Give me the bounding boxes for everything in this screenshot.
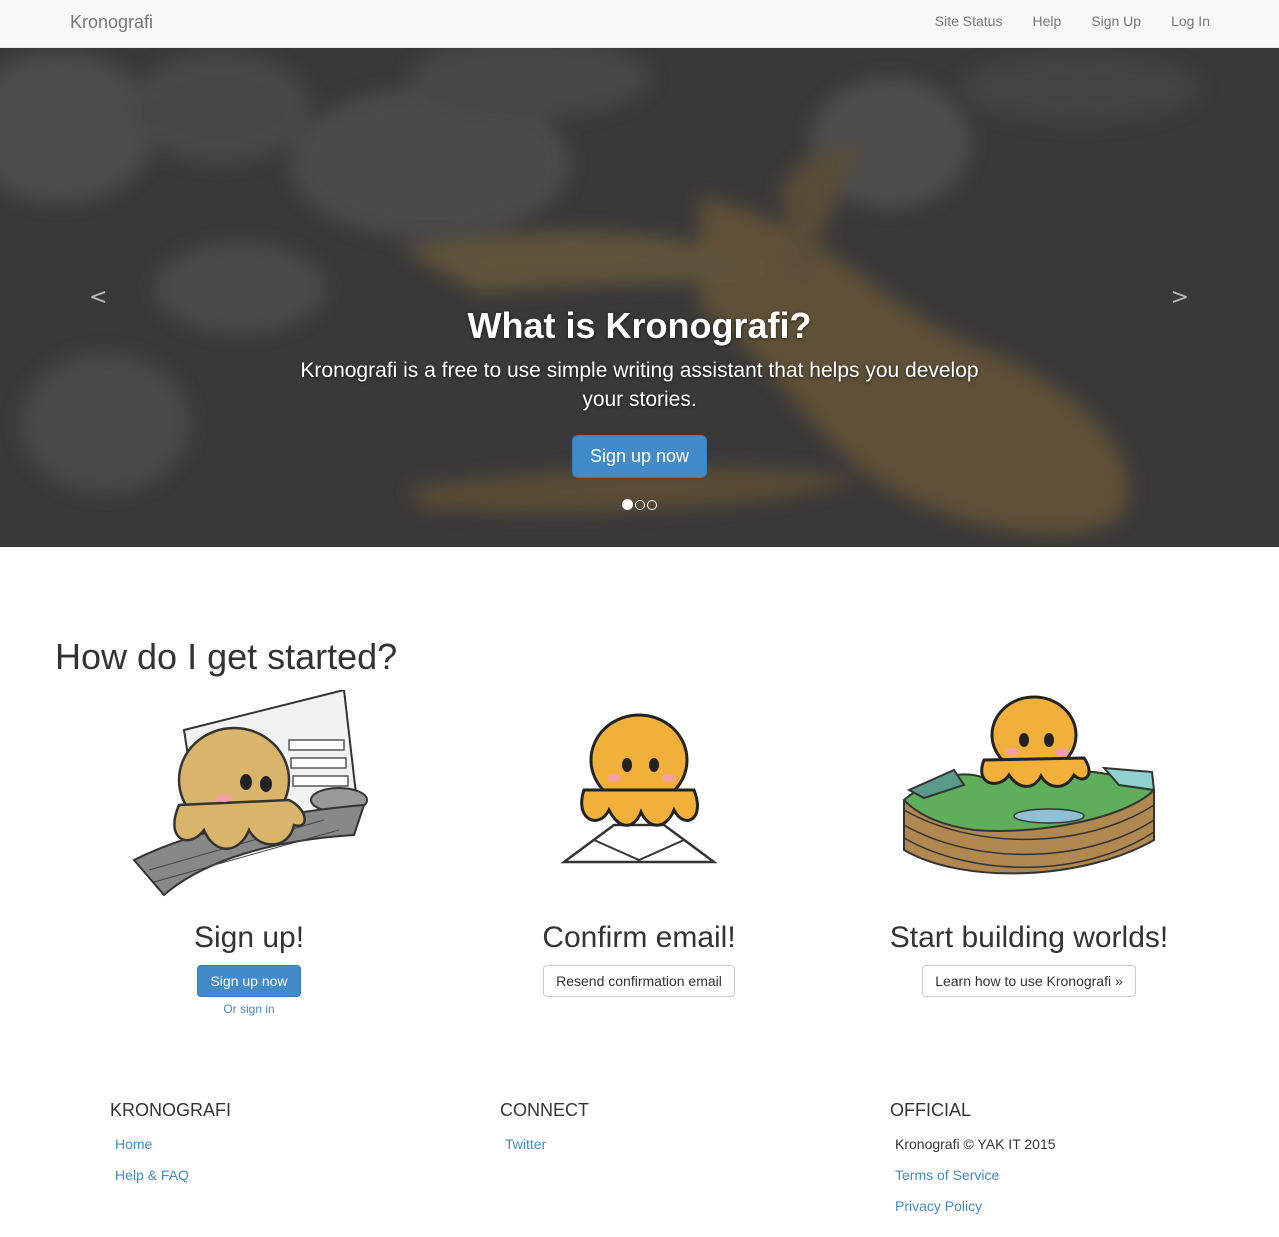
- carousel-next-icon[interactable]: >: [1171, 285, 1189, 310]
- nav-help[interactable]: Help: [1032, 13, 1061, 29]
- octopus-puzzle-world-illustration: [834, 690, 1224, 910]
- sign-up-now-button[interactable]: Sign up now: [197, 965, 301, 997]
- footer-official: OFFICIAL Kronografi © YAK IT 2015 Terms …: [890, 1100, 1056, 1229]
- footer-twitter-link[interactable]: Twitter: [500, 1136, 589, 1153]
- octopus-keyboard-illustration: [54, 688, 444, 910]
- footer-help-faq-link[interactable]: Help & FAQ: [110, 1167, 231, 1184]
- hero-title: What is Kronografi?: [467, 305, 812, 346]
- hero-carousel: < > What is Kronografi? Kronografi is a …: [0, 48, 1279, 547]
- carousel-indicators: [622, 499, 657, 510]
- section-title: How do I get started?: [55, 636, 398, 677]
- carousel-indicator-3[interactable]: [647, 500, 657, 510]
- step-heading: Sign up!: [193, 921, 305, 954]
- footer-terms-link[interactable]: Terms of Service: [890, 1167, 1056, 1184]
- step-heading: Confirm email!: [542, 921, 736, 954]
- octopus-envelope-illustration: [444, 690, 834, 910]
- carousel-prev-icon[interactable]: <: [89, 285, 107, 310]
- carousel-indicator-2[interactable]: [635, 500, 645, 510]
- footer-heading: CONNECT: [500, 1100, 589, 1120]
- hero-text: Kronografi is a free to use simple writi…: [300, 359, 979, 411]
- footer-privacy-link[interactable]: Privacy Policy: [890, 1198, 1056, 1215]
- carousel-indicator-1[interactable]: [622, 499, 633, 510]
- nav-log-in[interactable]: Log In: [1171, 13, 1210, 29]
- step-heading: Start building worlds!: [889, 921, 1169, 954]
- step-sign-up: Sign up! Sign up now Or sign in: [54, 688, 444, 1016]
- hero-caption: What is Kronografi? Kronografi is a free…: [240, 304, 1039, 478]
- learn-how-button[interactable]: Learn how to use Kronografi »: [922, 965, 1136, 997]
- footer-copyright: Kronografi © YAK IT 2015: [895, 1136, 1056, 1152]
- or-sign-in-link[interactable]: Or sign in: [54, 1002, 444, 1016]
- step-start-building: Start building worlds! Learn how to use …: [834, 690, 1224, 997]
- footer-home-link[interactable]: Home: [110, 1136, 231, 1153]
- navbar: Kronografi Site Status Help Sign Up Log …: [0, 0, 1279, 48]
- nav-sign-up[interactable]: Sign Up: [1091, 13, 1141, 29]
- nav-site-status[interactable]: Site Status: [935, 13, 1003, 29]
- resend-confirmation-button[interactable]: Resend confirmation email: [543, 965, 735, 997]
- brand-link[interactable]: Kronografi: [70, 12, 153, 33]
- footer-heading: KRONOGRAFI: [110, 1100, 232, 1120]
- footer-heading: OFFICIAL: [890, 1100, 972, 1120]
- footer-kronografi: KRONOGRAFI Home Help & FAQ: [110, 1100, 231, 1198]
- hero-sign-up-button[interactable]: Sign up now: [571, 435, 708, 478]
- step-confirm-email: Confirm email! Resend confirmation email: [444, 690, 834, 997]
- footer-connect: CONNECT Twitter: [500, 1100, 589, 1167]
- nav-links: Site Status Help Sign Up Log In: [935, 13, 1210, 29]
